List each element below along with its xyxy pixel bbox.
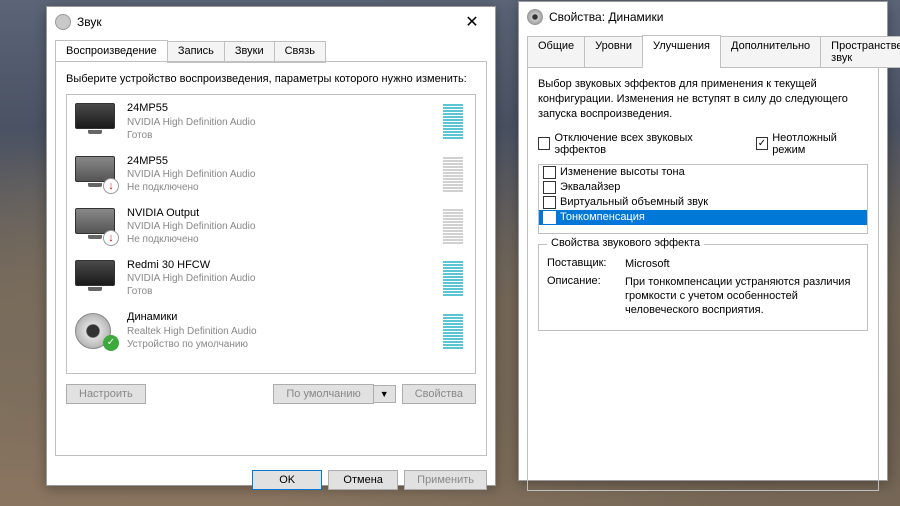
tab-sounds[interactable]: Звуки <box>224 41 275 63</box>
disconnect-badge-icon <box>103 178 119 194</box>
urgent-label: Неотложный режим <box>772 132 868 156</box>
description-value: При тонкомпенсации устраняются различия … <box>625 275 859 318</box>
effect-item[interactable]: Эквалайзер <box>539 180 867 195</box>
device-list[interactable]: 24MP55NVIDIA High Definition AudioГотов2… <box>66 94 476 374</box>
tab-strip: Воспроизведение Запись Звуки Связь <box>47 39 495 61</box>
effect-item[interactable]: Изменение высоты тона <box>539 165 867 180</box>
apply-button[interactable]: Применить <box>404 470 487 490</box>
level-meter-icon <box>443 208 463 244</box>
checkbox-icon: ✓ <box>543 211 556 224</box>
checkbox-icon <box>543 166 556 179</box>
device-status: Готов <box>127 285 433 298</box>
disconnect-badge-icon <box>103 230 119 246</box>
device-status: Устройство по умолчанию <box>127 338 433 351</box>
device-name: Redmi 30 HFCW <box>127 258 433 272</box>
device-item[interactable]: ДинамикиRealtek High Definition AudioУст… <box>67 304 475 356</box>
checkbox-icon <box>543 181 556 194</box>
checkbox-icon <box>538 137 550 150</box>
device-status: Готов <box>127 129 433 142</box>
device-name: 24MP55 <box>127 154 433 168</box>
tab-advanced[interactable]: Дополнительно <box>720 36 821 68</box>
monitor-icon <box>75 103 117 139</box>
tab-content: Выбор звуковых эффектов для применения к… <box>527 66 879 491</box>
disable-all-checkbox[interactable]: Отключение всех звуковых эффектов <box>538 132 738 156</box>
effect-label: Виртуальный объемный звук <box>560 196 708 208</box>
sound-icon <box>55 14 71 30</box>
dialog-footer: OK Отмена Применить <box>47 464 495 500</box>
device-item[interactable]: NVIDIA OutputNVIDIA High Definition Audi… <box>67 200 475 252</box>
provider-label: Поставщик: <box>547 257 617 271</box>
device-status: Не подключено <box>127 233 433 246</box>
device-driver: NVIDIA High Definition Audio <box>127 272 433 285</box>
level-meter-icon <box>443 156 463 192</box>
urgent-checkbox[interactable]: ✓ Неотложный режим <box>756 132 868 156</box>
checkbox-icon <box>543 196 556 209</box>
device-name: NVIDIA Output <box>127 206 433 220</box>
titlebar[interactable]: Звук ✕ <box>47 7 495 37</box>
effect-label: Тонкомпенсация <box>560 211 645 223</box>
description-text: Выбор звуковых эффектов для применения к… <box>538 77 868 122</box>
monitor-off-icon <box>75 156 117 192</box>
effect-item[interactable]: Виртуальный объемный звук <box>539 195 867 210</box>
window-title: Свойства: Динамики <box>549 10 879 24</box>
properties-button[interactable]: Свойства <box>402 384 476 404</box>
monitor-off-icon <box>75 208 117 244</box>
sound-window: Звук ✕ Воспроизведение Запись Звуки Связ… <box>46 6 496 486</box>
device-name: 24MP55 <box>127 101 433 115</box>
properties-window: Свойства: Динамики Общие Уровни Улучшени… <box>518 1 888 481</box>
window-title: Звук <box>77 15 457 29</box>
disable-all-label: Отключение всех звуковых эффектов <box>554 132 737 156</box>
cancel-button[interactable]: Отмена <box>328 470 398 490</box>
speaker-icon <box>527 9 543 25</box>
device-driver: NVIDIA High Definition Audio <box>127 220 433 233</box>
level-meter-icon <box>443 260 463 296</box>
default-button[interactable]: По умолчанию <box>273 384 373 404</box>
description-label: Описание: <box>547 275 617 318</box>
tab-general[interactable]: Общие <box>527 36 585 68</box>
instruction-text: Выберите устройство воспроизведения, пар… <box>66 72 476 86</box>
titlebar[interactable]: Свойства: Динамики <box>519 2 887 32</box>
speaker-icon <box>75 313 117 349</box>
device-item[interactable]: 24MP55NVIDIA High Definition AudioГотов <box>67 95 475 147</box>
check-badge-icon <box>103 335 119 351</box>
effects-list[interactable]: Изменение высоты тона Эквалайзер Виртуальн… <box>538 164 868 234</box>
effect-label: Изменение высоты тона <box>560 166 685 178</box>
tab-comm[interactable]: Связь <box>274 41 326 63</box>
effect-label: Эквалайзер <box>560 181 620 193</box>
monitor-icon <box>75 260 117 296</box>
level-meter-icon <box>443 103 463 139</box>
effect-item[interactable]: ✓ Тонкомпенсация <box>539 210 867 225</box>
checkbox-icon: ✓ <box>756 137 768 150</box>
tab-levels[interactable]: Уровни <box>584 36 643 68</box>
chevron-down-icon[interactable]: ▼ <box>374 385 396 403</box>
device-name: Динамики <box>127 310 433 324</box>
device-driver: NVIDIA High Definition Audio <box>127 168 433 181</box>
effect-props-group: Свойства звукового эффекта Поставщик: Mi… <box>538 244 868 331</box>
tab-strip: Общие Уровни Улучшения Дополнительно Про… <box>519 34 887 66</box>
device-driver: NVIDIA High Definition Audio <box>127 116 433 129</box>
close-icon[interactable]: ✕ <box>457 12 487 32</box>
tab-enhancements[interactable]: Улучшения <box>642 35 721 67</box>
group-legend: Свойства звукового эффекта <box>547 237 704 249</box>
tab-playback[interactable]: Воспроизведение <box>55 40 168 62</box>
tab-record[interactable]: Запись <box>167 41 225 63</box>
button-row: Настроить По умолчанию ▼ Свойства <box>66 384 476 404</box>
default-dropdown[interactable]: По умолчанию ▼ <box>273 384 395 404</box>
device-item[interactable]: Redmi 30 HFCWNVIDIA High Definition Audi… <box>67 252 475 304</box>
level-meter-icon <box>443 313 463 349</box>
options-row: Отключение всех звуковых эффектов ✓ Неот… <box>538 132 868 156</box>
tab-spatial[interactable]: Пространственный звук <box>820 36 900 68</box>
configure-button[interactable]: Настроить <box>66 384 146 404</box>
device-status: Не подключено <box>127 181 433 194</box>
device-driver: Realtek High Definition Audio <box>127 325 433 338</box>
provider-value: Microsoft <box>625 257 859 271</box>
tab-content: Выберите устройство воспроизведения, пар… <box>55 61 487 456</box>
ok-button[interactable]: OK <box>252 470 322 490</box>
device-item[interactable]: 24MP55NVIDIA High Definition AudioНе под… <box>67 148 475 200</box>
